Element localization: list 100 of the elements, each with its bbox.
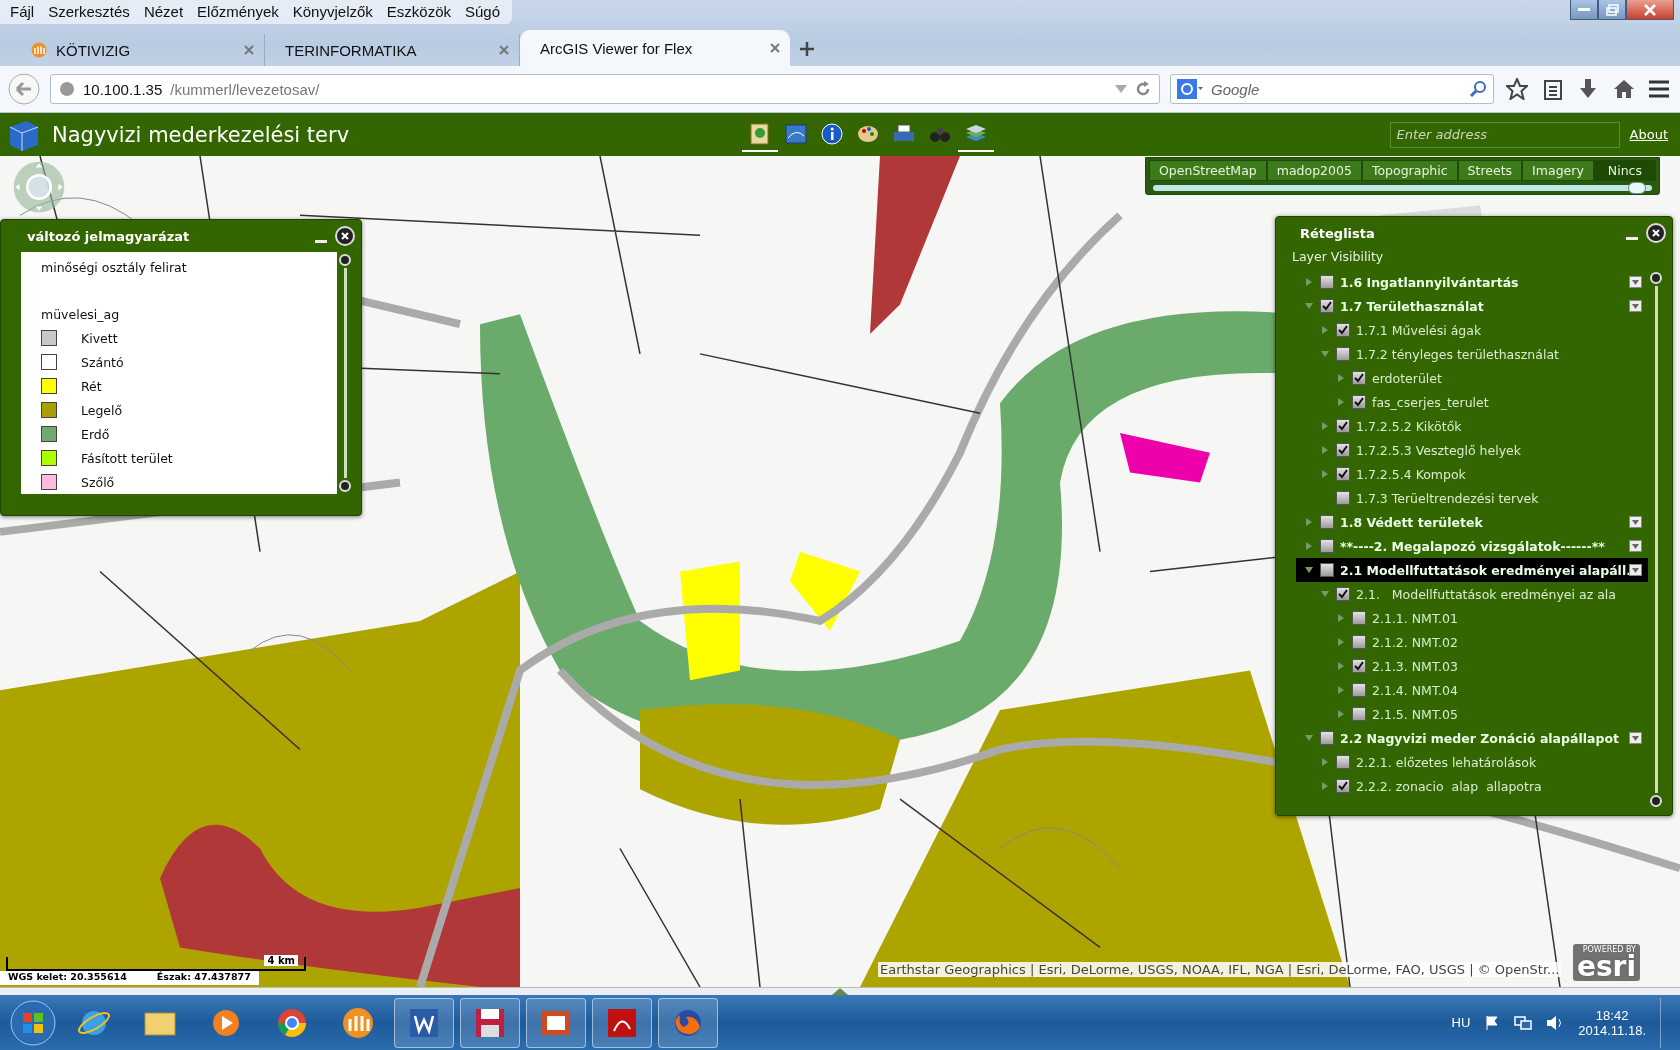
layer-checkbox[interactable]: [1352, 635, 1366, 649]
layer-row[interactable]: 2.2.2. zonacio alap allapotra: [1296, 774, 1648, 798]
layer-checkbox[interactable]: [1320, 515, 1334, 529]
layer-row[interactable]: 1.7.1 Művelési ágak: [1296, 318, 1648, 342]
layer-checkbox[interactable]: [1352, 611, 1366, 625]
layer-row[interactable]: 2.1.5. NMT.05: [1296, 702, 1648, 726]
close-button[interactable]: [335, 226, 355, 246]
minimize-button[interactable]: [1626, 236, 1638, 240]
opacity-slider[interactable]: [1153, 185, 1652, 191]
expanded-arrow-icon[interactable]: [1305, 566, 1313, 574]
layer-row[interactable]: 2.1.2. NMT.02: [1296, 630, 1648, 654]
basemap-button[interactable]: Streets: [1457, 160, 1523, 181]
window-control-button[interactable]: [1570, 0, 1598, 20]
layer-checkbox[interactable]: [1336, 755, 1350, 769]
layer-row[interactable]: fas_cserjes_terulet: [1296, 390, 1648, 414]
layer-checkbox[interactable]: [1320, 539, 1334, 553]
layer-menu-button[interactable]: [1629, 564, 1642, 576]
basemap-button[interactable]: Imagery: [1522, 160, 1594, 181]
layer-checkbox[interactable]: [1336, 419, 1350, 433]
layer-row[interactable]: 2.1 Modellfuttatások eredményei alapáll.: [1296, 558, 1648, 582]
layer-checkbox[interactable]: [1320, 731, 1334, 745]
menu-item[interactable]: Könyvjelzők: [286, 3, 379, 20]
address-field[interactable]: 10.100.1.35 /kummerl/levezetosav/: [50, 74, 1160, 104]
menu-item[interactable]: Előzmények: [191, 3, 285, 20]
layer-row[interactable]: 1.7.3 Terüeltrendezési tervek: [1296, 486, 1648, 510]
close-icon[interactable]: [770, 43, 780, 53]
basemap-button[interactable]: Topographic: [1361, 160, 1458, 181]
taskbar-button[interactable]: [526, 997, 586, 1048]
layer-row[interactable]: 2.1.4. NMT.04: [1296, 678, 1648, 702]
menu-item[interactable]: Eszközök: [380, 3, 457, 20]
layer-checkbox[interactable]: [1336, 491, 1350, 505]
taskbar-button[interactable]: [658, 997, 718, 1048]
layer-label: 1.7.2.5.4 Kompok: [1356, 466, 1467, 482]
layer-row[interactable]: **----2. Megalapozó vizsgálatok------**: [1296, 534, 1648, 558]
layer-row[interactable]: 1.6 Ingatlannyilvántartás: [1296, 270, 1648, 294]
close-button[interactable]: [1646, 223, 1666, 243]
layer-menu-button[interactable]: [1629, 516, 1642, 528]
window-control-button[interactable]: [1598, 0, 1626, 20]
layer-checkbox[interactable]: [1352, 371, 1366, 385]
layer-row[interactable]: 2.2 Nagyvizi meder Zonáció alapállapot: [1296, 726, 1648, 750]
layer-row[interactable]: erdoterület: [1296, 366, 1648, 390]
taskbar-button[interactable]: [460, 997, 520, 1048]
collapse-arrow-icon[interactable]: [832, 988, 848, 995]
layer-menu-button[interactable]: [1629, 276, 1642, 288]
layer-row[interactable]: 1.7 Területhasználat: [1296, 294, 1648, 318]
search-icon[interactable]: [1469, 80, 1488, 98]
scrollbar[interactable]: [337, 252, 353, 494]
menu-item[interactable]: Súgó: [459, 3, 507, 20]
minimize-button[interactable]: [315, 239, 327, 243]
layer-menu-button[interactable]: [1629, 732, 1642, 744]
pan-control[interactable]: [12, 160, 66, 214]
menu-item[interactable]: Fájl: [4, 3, 41, 20]
close-icon[interactable]: [244, 45, 254, 55]
taskbar-button[interactable]: [394, 997, 454, 1048]
layer-checkbox[interactable]: [1352, 395, 1366, 409]
window-control-button[interactable]: [1626, 0, 1674, 20]
language-indicator[interactable]: HU: [1451, 1015, 1471, 1030]
about-link[interactable]: About: [1629, 127, 1668, 142]
back-icon[interactable]: [8, 73, 40, 105]
search-box[interactable]: Google: [1170, 74, 1495, 104]
layer-row[interactable]: 2.1.3. NMT.03: [1296, 654, 1648, 678]
layer-menu-button[interactable]: [1629, 300, 1642, 312]
basemap-button[interactable]: madop2005: [1266, 160, 1362, 181]
layer-label: erdoterület: [1372, 370, 1443, 386]
address-search-field[interactable]: Enter address: [1389, 121, 1620, 148]
layer-label: 2.1. Modellfuttatások eredményei az ala: [1356, 586, 1617, 602]
layer-row[interactable]: 2.1.1. NMT.01: [1296, 606, 1648, 630]
layer-checkbox[interactable]: [1336, 347, 1350, 361]
layer-checkbox[interactable]: [1336, 467, 1350, 481]
layer-menu-button[interactable]: [1629, 540, 1642, 552]
layer-checkbox[interactable]: [1320, 275, 1334, 289]
layer-checkbox[interactable]: [1336, 587, 1350, 601]
basemap-button[interactable]: Nincs: [1593, 160, 1656, 181]
reload-icon[interactable]: [1135, 81, 1151, 97]
layer-checkbox[interactable]: [1320, 299, 1334, 313]
layer-checkbox[interactable]: [1320, 563, 1334, 577]
layer-row[interactable]: 1.8 Védett területek: [1296, 510, 1648, 534]
taskbar-button[interactable]: [592, 997, 652, 1048]
network-icon[interactable]: [1514, 1014, 1533, 1031]
browser-tab[interactable]: ArcGIS Viewer for Flex: [520, 30, 790, 66]
layer-checkbox[interactable]: [1336, 779, 1350, 793]
clock[interactable]: 18:42 2014.11.18.: [1578, 1007, 1646, 1038]
layer-row[interactable]: 1.7.2.5.3 Veszteglő helyek: [1296, 438, 1648, 462]
layer-checkbox[interactable]: [1336, 323, 1350, 337]
layer-checkbox[interactable]: [1352, 683, 1366, 697]
flag-icon[interactable]: [1484, 1014, 1501, 1031]
layer-checkbox[interactable]: [1352, 707, 1366, 721]
layer-row[interactable]: 1.7.2.5.2 Kikötők: [1296, 414, 1648, 438]
layer-row[interactable]: 1.7.2.5.4 Kompok: [1296, 462, 1648, 486]
layer-checkbox[interactable]: [1336, 443, 1350, 457]
bookmark-star-icon[interactable]: [1504, 76, 1530, 102]
layer-row[interactable]: 2.2.1. előzetes lehatárolások: [1296, 750, 1648, 774]
layer-row[interactable]: 2.1. Modellfuttatások eredményei az ala: [1296, 582, 1648, 606]
menu-item[interactable]: Nézet: [137, 3, 190, 20]
close-icon[interactable]: [499, 45, 509, 55]
start-button[interactable]: [8, 997, 58, 1048]
layer-checkbox[interactable]: [1352, 659, 1366, 673]
menu-item[interactable]: Szerkesztés: [42, 3, 136, 20]
basemap-button[interactable]: OpenStreetMap: [1149, 160, 1267, 181]
layer-row[interactable]: 1.7.2 tényleges területhasználat: [1296, 342, 1648, 366]
